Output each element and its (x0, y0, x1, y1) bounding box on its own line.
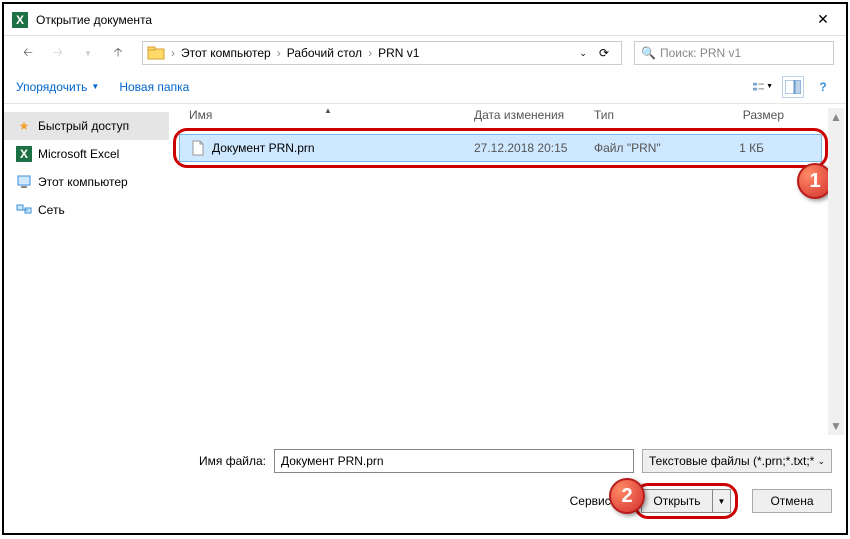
column-type[interactable]: Тип (594, 108, 704, 122)
up-button[interactable]: 🡡 (106, 41, 130, 65)
file-date: 27.12.2018 20:15 (474, 141, 594, 155)
sort-asc-icon: ▲ (324, 106, 332, 115)
chevron-down-icon[interactable]: ⌄ (575, 48, 591, 59)
file-row[interactable]: Документ PRN.prn 27.12.2018 20:15 Файл "… (179, 134, 822, 162)
forward-button[interactable]: 🡢 (46, 41, 70, 65)
sidebar-item-thispc[interactable]: Этот компьютер (4, 168, 169, 196)
help-button[interactable]: ? (812, 76, 834, 98)
column-name[interactable]: Имя▲ (189, 108, 474, 122)
excel-icon: X (16, 146, 32, 162)
footer: Имя файла: Текстовые файлы (*.prn;*.txt;… (4, 439, 846, 533)
column-size[interactable]: Размер (704, 108, 784, 122)
close-button[interactable]: ✕ (808, 5, 838, 35)
window-title: Открытие документа (36, 13, 808, 27)
computer-icon (16, 174, 32, 190)
search-icon: 🔍 (641, 46, 656, 60)
filename-label: Имя файла: (199, 454, 266, 468)
filename-input[interactable] (274, 449, 634, 473)
file-icon (190, 140, 206, 156)
breadcrumb-segment[interactable]: Рабочий стол (283, 46, 366, 60)
breadcrumb-segment[interactable]: Этот компьютер (177, 46, 275, 60)
column-headers[interactable]: Имя▲ Дата изменения Тип Размер (169, 104, 846, 126)
annotation-box-1: Документ PRN.prn 27.12.2018 20:15 Файл "… (173, 128, 828, 168)
scroll-up-icon[interactable]: ▲ (830, 110, 842, 124)
scroll-down-icon[interactable]: ▼ (830, 419, 842, 433)
preview-pane-button[interactable] (782, 76, 804, 98)
chevron-down-icon: ▼ (91, 82, 99, 91)
sidebar-item-excel[interactable]: X Microsoft Excel (4, 140, 169, 168)
svg-text:X: X (20, 147, 28, 161)
nav-bar: 🡠 🡢 ▼ 🡡 › Этот компьютер › Рабочий стол … (4, 36, 846, 70)
search-placeholder: Поиск: PRN v1 (660, 46, 741, 60)
breadcrumb-segment[interactable]: PRN v1 (374, 46, 423, 60)
star-icon: ★ (16, 118, 32, 134)
annotation-badge-2: 2 (609, 478, 645, 514)
open-button[interactable]: Открыть (641, 489, 713, 513)
filetype-combo[interactable]: Текстовые файлы (*.prn;*.txt;* ⌄ (642, 449, 832, 473)
chevron-right-icon[interactable]: › (169, 46, 177, 60)
view-mode-button[interactable]: ▼ (752, 76, 774, 98)
open-dropdown[interactable]: ▼ (713, 489, 731, 513)
network-icon (16, 202, 32, 218)
back-button[interactable]: 🡠 (16, 41, 40, 65)
column-date[interactable]: Дата изменения (474, 108, 594, 122)
search-input[interactable]: 🔍 Поиск: PRN v1 (634, 41, 834, 65)
sidebar: ★ Быстрый доступ X Microsoft Excel Этот … (4, 104, 169, 439)
toolbar: Упорядочить ▼ Новая папка ▼ ? (4, 70, 846, 104)
svg-text:X: X (16, 13, 24, 27)
excel-icon: X (12, 12, 28, 28)
recent-dropdown[interactable]: ▼ (76, 41, 100, 65)
organize-button[interactable]: Упорядочить ▼ (16, 80, 99, 94)
cancel-button[interactable]: Отмена (752, 489, 832, 513)
file-type: Файл "PRN" (594, 141, 704, 155)
chevron-right-icon[interactable]: › (275, 46, 283, 60)
breadcrumb[interactable]: › Этот компьютер › Рабочий стол › PRN v1… (142, 41, 622, 65)
file-name: Документ PRN.prn (212, 141, 474, 155)
scrollbar[interactable]: ▲ ▼ (828, 108, 844, 435)
file-area: Имя▲ Дата изменения Тип Размер Документ … (169, 104, 846, 439)
chevron-down-icon: ⌄ (817, 456, 825, 467)
title-bar: X Открытие документа ✕ (4, 4, 846, 36)
chevron-right-icon[interactable]: › (366, 46, 374, 60)
refresh-icon[interactable]: ⟳ (595, 46, 613, 60)
folder-icon (147, 44, 165, 62)
sidebar-item-network[interactable]: Сеть (4, 196, 169, 224)
annotation-box-2: 2 Открыть ▼ (634, 483, 738, 519)
sidebar-item-quickaccess[interactable]: ★ Быстрый доступ (4, 112, 169, 140)
file-size: 1 КБ (704, 141, 764, 155)
new-folder-button[interactable]: Новая папка (119, 80, 189, 94)
